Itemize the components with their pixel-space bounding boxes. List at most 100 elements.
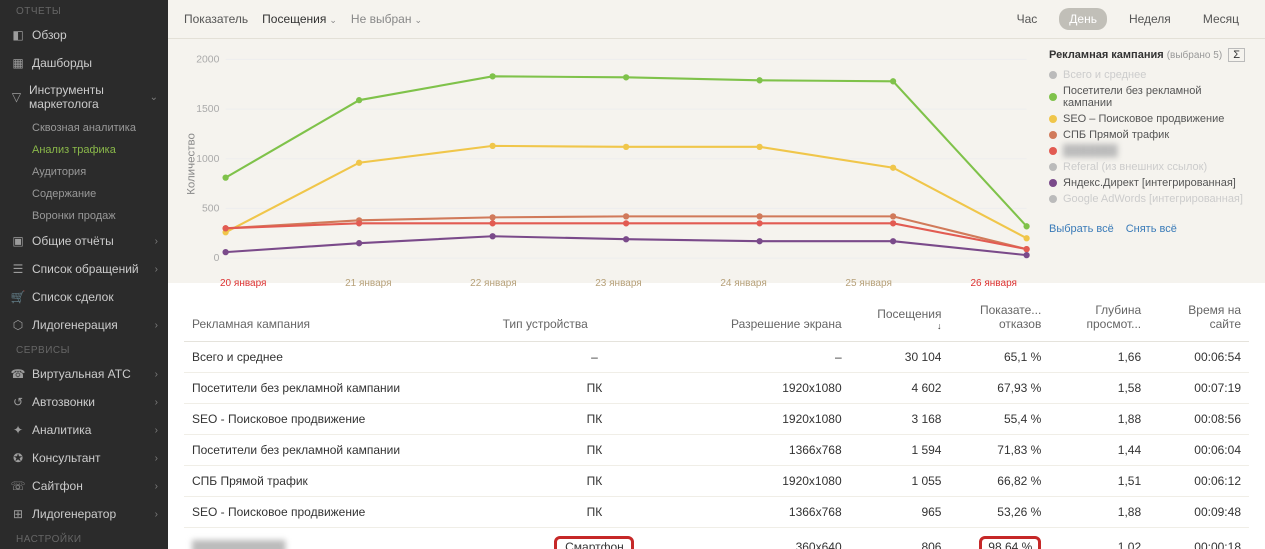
legend-label: Google AdWords [интегрированная] <box>1063 193 1243 205</box>
chevron-right-icon: › <box>155 425 158 436</box>
sidebar-section-settings: НАСТРОЙКИ <box>0 528 168 549</box>
cell-visits: 4 602 <box>850 373 950 404</box>
sidebar: ОТЧЕТЫ ◧Обзор ▦Дашборды ▽Инструменты мар… <box>0 0 168 549</box>
table-row[interactable]: Посетители без рекламной кампанииПК1366x… <box>184 435 1249 466</box>
legend-item[interactable]: Яндекс.Директ [интегрированная] <box>1049 175 1249 191</box>
table-row[interactable]: SEO - Поисковое продвижениеПК1920x10803 … <box>184 404 1249 435</box>
secondary-dropdown[interactable]: Не выбран⌄ <box>351 12 422 26</box>
cell-device: – <box>495 342 695 373</box>
sidebar-item-consultant[interactable]: ✪Консультант› <box>0 444 168 472</box>
legend-item[interactable]: Google AdWords [интегрированная] <box>1049 191 1249 207</box>
sidebar-item-leadgenerator[interactable]: ⊞Лидогенератор› <box>0 500 168 528</box>
sidebar-item-label: Обзор <box>32 28 67 42</box>
legend-item[interactable]: Посетители без рекламной кампании <box>1049 83 1249 111</box>
sidebar-item-label: Виртуальная АТС <box>32 367 131 381</box>
line-chart: 0500100015002000Количество <box>184 49 1037 279</box>
legend-deselect-all[interactable]: Снять всё <box>1126 223 1177 235</box>
cell-device: Смартфон <box>495 528 695 549</box>
legend-select-all[interactable]: Выбрать всё <box>1049 223 1114 235</box>
sidebar-item-label: Аналитика <box>32 423 91 437</box>
svg-text:1000: 1000 <box>196 154 219 165</box>
chart-xlabel: 26 января <box>970 278 1016 289</box>
sidebar-item-general-reports[interactable]: ▣Общие отчёты› <box>0 227 168 255</box>
table-row[interactable]: Посетители без рекламной кампанииПК1920x… <box>184 373 1249 404</box>
legend-item[interactable]: SEO – Поисковое продвижение <box>1049 111 1249 127</box>
sidebar-item-label: Лидогенерация <box>32 318 118 332</box>
legend-dot <box>1049 163 1057 171</box>
chevron-down-icon: ⌄ <box>414 15 422 25</box>
sidebar-item-requests[interactable]: ☰Список обращений› <box>0 255 168 283</box>
legend-title-text: Рекламная кампания <box>1049 49 1164 61</box>
table-row[interactable]: ███████████Смартфон360x64080698,64 %1,02… <box>184 528 1249 549</box>
grid-icon: ▦ <box>10 55 26 71</box>
sidebar-item-analytics[interactable]: ✦Аналитика› <box>0 416 168 444</box>
sidebar-subitem-content[interactable]: Содержание <box>0 183 168 205</box>
autocall-icon: ↺ <box>10 394 26 410</box>
secondary-value: Не выбран <box>351 12 412 26</box>
cell-visits: 30 104 <box>850 342 950 373</box>
sidebar-item-sitephone[interactable]: ☏Сайтфон› <box>0 472 168 500</box>
cell-bounces: 71,83 % <box>949 435 1049 466</box>
sidebar-subitem-traffic[interactable]: Анализ трафика <box>0 139 168 161</box>
legend-item[interactable]: СПБ Прямой трафик <box>1049 127 1249 143</box>
th-bounces[interactable]: Показате... отказов <box>949 293 1049 342</box>
sidebar-item-autocalls[interactable]: ↺Автозвонки› <box>0 388 168 416</box>
table-wrap: Рекламная кампания Тип устройства Разреш… <box>168 283 1265 549</box>
chart-xlabel: 25 января <box>845 278 891 289</box>
cell-campaign: ███████████ <box>184 528 495 549</box>
cell-time: 00:08:56 <box>1149 404 1249 435</box>
cell-depth: 1,44 <box>1049 435 1149 466</box>
th-device[interactable]: Тип устройства <box>495 293 695 342</box>
cell-device: ПК <box>495 497 695 528</box>
table-row[interactable]: Всего и среднее––30 10465,1 %1,6600:06:5… <box>184 342 1249 373</box>
sidebar-subitem-e2e[interactable]: Сквозная аналитика <box>0 117 168 139</box>
chart-xlabel: 21 января <box>345 278 391 289</box>
sidebar-item-overview[interactable]: ◧Обзор <box>0 21 168 49</box>
chart-xlabel: 23 января <box>595 278 641 289</box>
sigma-icon[interactable]: Σ <box>1228 48 1245 62</box>
granularity-day[interactable]: День <box>1059 8 1107 30</box>
sidebar-item-label: Общие отчёты <box>32 234 114 248</box>
chevron-right-icon: › <box>155 481 158 492</box>
sidebar-item-dashboards[interactable]: ▦Дашборды <box>0 49 168 77</box>
data-table: Рекламная кампания Тип устройства Разреш… <box>184 293 1249 549</box>
legend-item[interactable]: ███████ <box>1049 143 1249 159</box>
table-row[interactable]: СПБ Прямой трафикПК1920x10801 05566,82 %… <box>184 466 1249 497</box>
sidebar-section-reports: ОТЧЕТЫ <box>0 0 168 21</box>
th-campaign[interactable]: Рекламная кампания <box>184 293 495 342</box>
chevron-right-icon: › <box>155 369 158 380</box>
svg-text:Количество: Количество <box>185 133 197 195</box>
sidebar-subitem-audience[interactable]: Аудитория <box>0 161 168 183</box>
sidebar-subitem-funnels[interactable]: Воронки продаж <box>0 205 168 227</box>
th-visits[interactable]: Посещения↓ <box>850 293 950 342</box>
cell-resolution: 1366x768 <box>694 497 849 528</box>
sidebar-item-deals[interactable]: 🛒Список сделок <box>0 283 168 311</box>
sidebar-item-vats[interactable]: ☎ Виртуальная АТС › <box>0 360 168 388</box>
metric-dropdown[interactable]: Посещения⌄ <box>262 12 337 26</box>
th-time[interactable]: Время на сайте <box>1149 293 1249 342</box>
granularity-week[interactable]: Неделя <box>1119 8 1181 30</box>
table-row[interactable]: SEO - Поисковое продвижениеПК1366x768965… <box>184 497 1249 528</box>
cell-device: ПК <box>495 404 695 435</box>
cell-bounces: 65,1 % <box>949 342 1049 373</box>
legend-label: SEO – Поисковое продвижение <box>1063 113 1224 125</box>
cell-campaign: SEO - Поисковое продвижение <box>184 497 495 528</box>
legend-item[interactable]: Referal (из внешних ссылок) <box>1049 159 1249 175</box>
svg-text:500: 500 <box>202 204 220 215</box>
th-depth[interactable]: Глубина просмот... <box>1049 293 1149 342</box>
topbar: Показатель Посещения⌄ Не выбран⌄ Час Ден… <box>168 0 1265 39</box>
sidebar-item-label: Инструменты маркетолога <box>29 83 150 111</box>
legend-item[interactable]: Всего и среднее <box>1049 67 1249 83</box>
cell-bounces: 98,64 % <box>949 528 1049 549</box>
cell-visits: 1 055 <box>850 466 950 497</box>
granularity-month[interactable]: Месяц <box>1193 8 1249 30</box>
phone-icon: ☎ <box>10 366 26 382</box>
legend-dot <box>1049 131 1057 139</box>
sidebar-item-marketer-tools[interactable]: ▽Инструменты маркетолога⌄ <box>0 77 168 117</box>
sidebar-item-leadgen[interactable]: ⬡Лидогенерация› <box>0 311 168 339</box>
cell-resolution: 360x640 <box>694 528 849 549</box>
document-icon: ▣ <box>10 233 26 249</box>
granularity-hour[interactable]: Час <box>1007 8 1048 30</box>
th-resolution[interactable]: Разрешение экрана <box>694 293 849 342</box>
cell-visits: 806 <box>850 528 950 549</box>
